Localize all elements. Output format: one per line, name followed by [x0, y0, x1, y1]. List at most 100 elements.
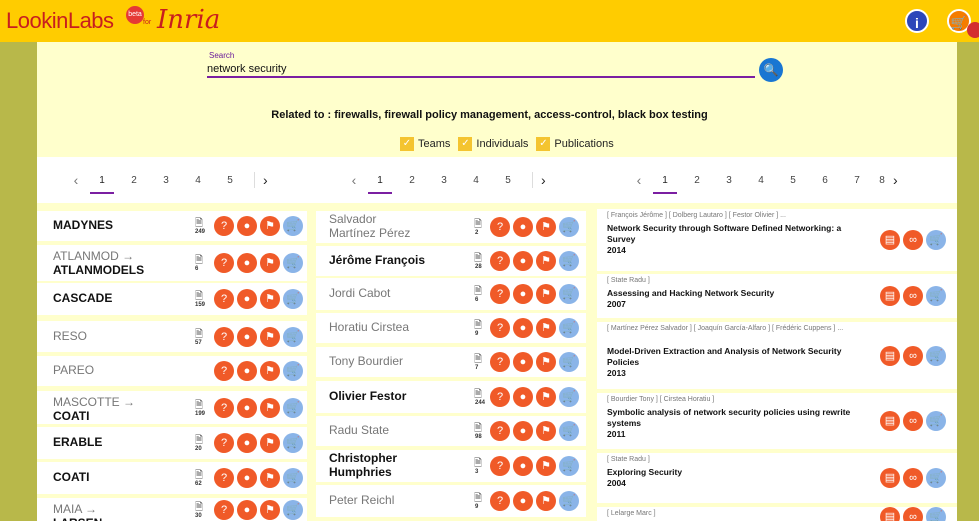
publications-filter-label[interactable]: Publications: [554, 138, 613, 150]
prev-page-icon[interactable]: ‹: [344, 172, 364, 188]
person-name[interactable]: Radu State: [329, 423, 389, 437]
people-icon[interactable]: ●: [237, 500, 257, 520]
team-name[interactable]: RESO: [53, 329, 87, 343]
people-icon[interactable]: ●: [513, 421, 533, 441]
graph-icon[interactable]: ⚑: [536, 491, 556, 511]
team-name-secondary[interactable]: COATI: [53, 409, 89, 423]
teams-page-4[interactable]: 4: [182, 175, 214, 186]
publications-page-2[interactable]: 2: [681, 175, 713, 186]
help-icon[interactable]: ?: [490, 217, 510, 237]
help-icon[interactable]: ?: [214, 468, 234, 488]
help-icon[interactable]: ?: [214, 216, 234, 236]
pdf-icon[interactable]: ▤: [880, 230, 900, 250]
publications-page-8[interactable]: 8: [873, 175, 891, 186]
link-icon[interactable]: ∞: [903, 468, 923, 488]
publications-checkbox[interactable]: ✓: [536, 137, 551, 151]
help-icon[interactable]: ?: [490, 352, 510, 372]
team-name[interactable]: CASCADE: [53, 291, 112, 305]
link-icon[interactable]: ∞: [903, 286, 923, 306]
people-icon[interactable]: ●: [513, 318, 533, 338]
individuals-page-1[interactable]: 1: [364, 175, 396, 194]
person-name-secondary[interactable]: Humphries: [329, 465, 392, 479]
person-name[interactable]: Jordi Cabot: [329, 286, 390, 300]
help-icon[interactable]: ?: [490, 251, 510, 271]
graph-icon[interactable]: ⚑: [536, 421, 556, 441]
help-icon[interactable]: ?: [490, 491, 510, 511]
help-icon[interactable]: ?: [214, 361, 234, 381]
cart-icon[interactable]: 🛒: [559, 456, 579, 476]
help-icon[interactable]: ?: [214, 500, 234, 520]
cart-icon[interactable]: 🛒: [559, 217, 579, 237]
graph-icon[interactable]: ⚑: [536, 251, 556, 271]
cart-icon[interactable]: 🛒: [559, 387, 579, 407]
graph-icon[interactable]: ⚑: [260, 500, 280, 520]
help-icon[interactable]: ?: [490, 318, 510, 338]
publications-page-4[interactable]: 4: [745, 175, 777, 186]
help-icon[interactable]: ?: [490, 284, 510, 304]
publication-title[interactable]: Model-Driven Extraction and Analysis of …: [607, 346, 862, 368]
teams-checkbox[interactable]: ✓: [400, 137, 414, 151]
publication-authors[interactable]: [ State Radu ]: [607, 456, 877, 463]
graph-icon[interactable]: ⚑: [260, 361, 280, 381]
individuals-page-4[interactable]: 4: [460, 175, 492, 186]
graph-icon[interactable]: ⚑: [536, 217, 556, 237]
publication-authors[interactable]: [ State Radu ]: [607, 277, 877, 284]
cart-icon[interactable]: 🛒: [926, 411, 946, 431]
publication-title[interactable]: Assessing and Hacking Network Security: [607, 288, 862, 299]
publication-authors[interactable]: [ Lelarge Marc ]: [607, 510, 877, 517]
people-icon[interactable]: ●: [513, 284, 533, 304]
person-name[interactable]: Christopher: [329, 451, 397, 465]
help-icon[interactable]: ?: [490, 387, 510, 407]
publication-authors[interactable]: [ Martínez Pérez Salvador ] [ Joaquín Ga…: [607, 325, 877, 332]
link-icon[interactable]: ∞: [903, 411, 923, 431]
people-icon[interactable]: ●: [237, 216, 257, 236]
prev-page-icon[interactable]: ‹: [629, 172, 649, 188]
person-name[interactable]: Peter Reichl: [329, 493, 394, 507]
partner-logo[interactable]: Inria: [157, 5, 220, 35]
help-icon[interactable]: ?: [214, 398, 234, 418]
team-name[interactable]: COATI: [53, 470, 89, 484]
individuals-checkbox[interactable]: ✓: [458, 137, 473, 151]
publication-authors[interactable]: [ Bourdier Tony ] [ Cirstea Horatiu ]: [607, 396, 877, 403]
teams-filter-label[interactable]: Teams: [418, 138, 450, 150]
next-page-icon[interactable]: ›: [532, 172, 546, 188]
link-icon[interactable]: ∞: [903, 507, 923, 521]
next-page-icon[interactable]: ›: [254, 172, 268, 188]
cart-icon[interactable]: 🛒: [283, 398, 303, 418]
team-name[interactable]: ATLANMOD →: [53, 249, 134, 263]
cart-icon[interactable]: 🛒: [926, 346, 946, 366]
team-name[interactable]: MAIA →: [53, 502, 97, 516]
info-icon[interactable]: i: [905, 9, 929, 33]
graph-icon[interactable]: ⚑: [260, 468, 280, 488]
graph-icon[interactable]: ⚑: [260, 289, 280, 309]
cart-icon[interactable]: 🛒: [559, 352, 579, 372]
cart-icon[interactable]: 🛒: [283, 500, 303, 520]
teams-page-3[interactable]: 3: [150, 175, 182, 186]
help-icon[interactable]: ?: [214, 327, 234, 347]
person-name[interactable]: Tony Bourdier: [329, 354, 403, 368]
cart-icon[interactable]: 🛒: [283, 433, 303, 453]
people-icon[interactable]: ●: [513, 456, 533, 476]
cart-icon[interactable]: 🛒: [926, 230, 946, 250]
next-page-icon[interactable]: ›: [891, 172, 898, 188]
help-icon[interactable]: ?: [214, 289, 234, 309]
graph-icon[interactable]: ⚑: [536, 284, 556, 304]
cart-icon[interactable]: 🛒: [926, 468, 946, 488]
graph-icon[interactable]: ⚑: [536, 318, 556, 338]
cart-icon[interactable]: 🛒: [926, 507, 946, 521]
people-icon[interactable]: ●: [513, 387, 533, 407]
graph-icon[interactable]: ⚑: [536, 387, 556, 407]
team-name-secondary[interactable]: ATLANMODELS: [53, 263, 144, 277]
link-icon[interactable]: ∞: [903, 230, 923, 250]
cart-icon[interactable]: 🛒: [559, 318, 579, 338]
help-icon[interactable]: ?: [214, 253, 234, 273]
cart-icon[interactable]: 🛒: [283, 216, 303, 236]
prev-page-icon[interactable]: ‹: [66, 172, 86, 188]
person-name-secondary[interactable]: Martínez Pérez: [329, 226, 410, 240]
people-icon[interactable]: ●: [237, 433, 257, 453]
publications-page-7[interactable]: 7: [841, 175, 873, 186]
team-name[interactable]: MASCOTTE →: [53, 395, 135, 409]
people-icon[interactable]: ●: [513, 491, 533, 511]
publication-authors[interactable]: [ François Jérôme ] [ Dolberg Lautaro ] …: [607, 212, 877, 219]
pdf-icon[interactable]: ▤: [880, 286, 900, 306]
